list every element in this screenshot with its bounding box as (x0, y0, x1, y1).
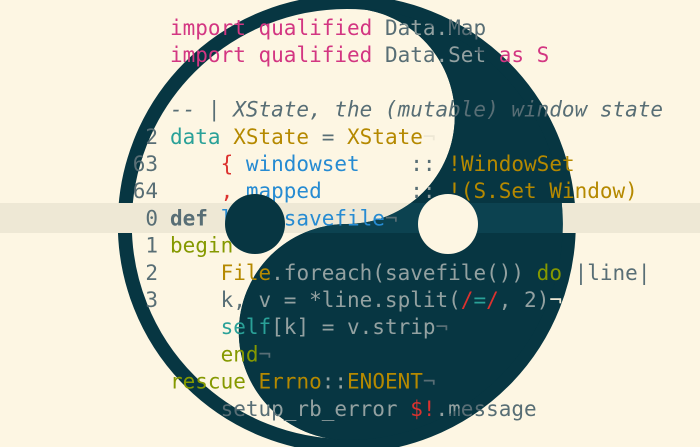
code-token: data (170, 125, 233, 149)
code-token: begin (170, 234, 233, 258)
code-token: ¬ (423, 370, 436, 394)
code-token: , 2) (499, 288, 550, 312)
code-token: rescue (170, 370, 259, 394)
code-token: qualified (259, 43, 385, 67)
yin-yang-code-illustration: import qualified Data.Mapimport qualifie… (0, 0, 700, 447)
code-token: qualified (259, 16, 385, 40)
code-token: XState (347, 125, 423, 149)
code-token: [k] = v.strip (271, 315, 435, 339)
code-token: :: (322, 370, 347, 394)
code-token: def (170, 206, 221, 230)
line-number: 63 (133, 152, 158, 176)
code-token: / (461, 288, 474, 312)
code-token: -- | XState, the (mutable) window state (170, 98, 663, 123)
code-token: { (170, 152, 246, 176)
code-token: $! (410, 397, 435, 421)
yin-yang-light-eye (418, 194, 478, 254)
line-number: 0 (145, 206, 158, 230)
code-token: , (170, 179, 246, 203)
code-token: ¬ (423, 125, 436, 149)
line-number: 2 (145, 261, 158, 285)
code-token: = (309, 125, 347, 149)
line-number: 1 (145, 234, 158, 258)
code-token: / (486, 288, 499, 312)
code-token: .foreach(savefile()) (271, 261, 537, 285)
code-token: Errno (259, 370, 322, 394)
line-number: 3 (145, 288, 158, 312)
line-number: 64 (133, 179, 158, 203)
code-token: import (170, 16, 259, 40)
code-token: ENOENT (347, 370, 423, 394)
code-line: import qualified Data.Set as S (170, 43, 549, 67)
code-token: |line| (575, 261, 651, 286)
line-number: 2 (145, 125, 158, 149)
code-token: XState (233, 125, 309, 149)
code-token: windowset (246, 152, 360, 176)
code-token: ¬ (259, 342, 272, 366)
code-token: as S (499, 43, 550, 67)
yin-yang-dark-eye (225, 194, 285, 254)
code-line: -- | XState, the (mutable) window state (170, 98, 663, 123)
code-token: import (170, 43, 259, 67)
code-token: ¬ (436, 315, 449, 339)
code-token: = (473, 288, 486, 312)
code-token: :: (360, 152, 449, 176)
code-line: data XState = XState¬ (170, 125, 436, 149)
